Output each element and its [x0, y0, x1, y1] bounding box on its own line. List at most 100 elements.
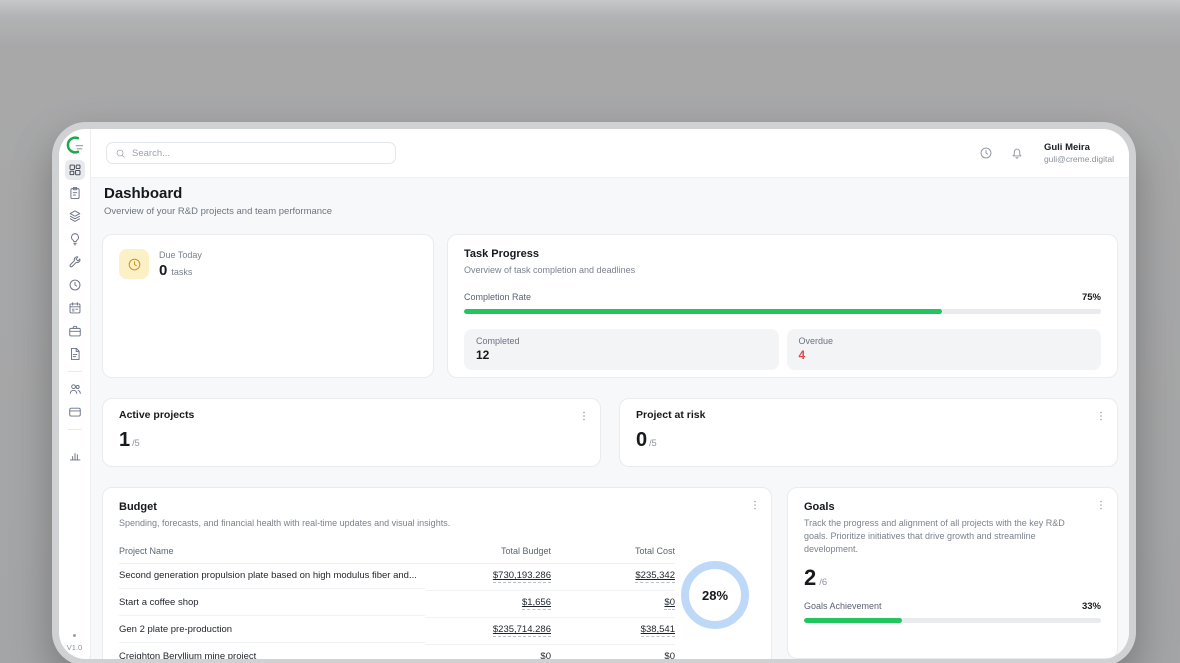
task-progress-subtitle: Overview of task completion and deadline… — [464, 264, 1101, 277]
bar-chart-icon — [68, 448, 82, 462]
main-area: Guli Meira guli@creme.digital Dashboard … — [91, 129, 1129, 659]
due-today-unit: tasks — [171, 267, 192, 277]
total-cost-link[interactable]: $235,342 — [635, 570, 675, 583]
table-row[interactable]: Second generation propulsion plate based… — [119, 564, 675, 591]
page-title: Dashboard — [104, 185, 1116, 202]
dashboard-content: Dashboard Overview of your R&D projects … — [91, 178, 1129, 659]
due-today-value: 0 — [159, 262, 167, 279]
goals-card: Goals Track the progress and alignment o… — [787, 487, 1118, 659]
user-email: guli@creme.digital — [1044, 154, 1114, 165]
layers-icon — [68, 209, 82, 223]
sidebar-item-time[interactable] — [65, 275, 85, 295]
user-menu[interactable]: Guli Meira guli@creme.digital — [1044, 142, 1114, 165]
budget-donut-chart: 28% — [681, 561, 749, 629]
sidebar-footer: V1.0 — [59, 634, 90, 652]
completion-progress-bar — [464, 309, 1101, 314]
project-at-risk-menu-button[interactable] — [1095, 409, 1107, 421]
total-cost-link[interactable]: $38,541 — [641, 624, 675, 637]
history-clock-icon — [979, 146, 993, 160]
sidebar-item-projects[interactable] — [65, 206, 85, 226]
users-icon — [68, 382, 82, 396]
active-projects-menu-button[interactable] — [578, 409, 590, 421]
kebab-menu-icon — [578, 410, 590, 422]
overdue-value: 4 — [799, 348, 1090, 362]
calendar-icon — [68, 301, 82, 315]
sidebar-item-billing[interactable] — [65, 402, 85, 422]
due-today-clock-icon — [119, 249, 149, 279]
app-window-frame: V1.0 Guli Meira — [52, 122, 1136, 663]
overdue-label: Overdue — [799, 336, 1090, 346]
active-projects-card: Active projects 1 /5 — [102, 398, 601, 467]
budget-menu-button[interactable] — [749, 498, 761, 510]
budget-title: Budget — [119, 501, 755, 513]
total-budget-link[interactable]: $730,193.286 — [493, 570, 551, 583]
project-name-cell: Creighton Beryllium mine project — [119, 645, 425, 659]
column-total-cost: Total Cost — [551, 544, 675, 564]
sidebar-item-tasks[interactable] — [65, 183, 85, 203]
sidebar-item-dashboard[interactable] — [65, 160, 85, 180]
budget-table-header: Project Name Total Budget Total Cost — [119, 544, 675, 564]
task-progress-title: Task Progress — [464, 248, 1101, 260]
credit-card-icon — [68, 405, 82, 419]
sidebar-item-team[interactable] — [65, 379, 85, 399]
project-at-risk-title: Project at risk — [636, 409, 1101, 421]
budget-subtitle: Spending, forecasts, and financial healt… — [119, 517, 755, 530]
completed-label: Completed — [476, 336, 767, 346]
sidebar-item-calendar[interactable] — [65, 298, 85, 318]
total-budget-link[interactable]: $1,656 — [522, 597, 551, 610]
search-icon — [115, 148, 126, 159]
column-total-budget: Total Budget — [425, 544, 551, 564]
notifications-button[interactable] — [1010, 146, 1024, 160]
overdue-stat: Overdue 4 — [787, 329, 1102, 370]
lightbulb-icon — [68, 232, 82, 246]
completion-rate-value: 75% — [1082, 292, 1101, 303]
sidebar-item-analytics[interactable] — [65, 445, 85, 465]
app-version: V1.0 — [59, 643, 90, 652]
completion-rate-label: Completion Rate — [464, 292, 531, 302]
table-row[interactable]: Start a coffee shop $1,656 $0 — [119, 591, 675, 618]
table-row[interactable]: Gen 2 plate pre-production $235,714.286 … — [119, 618, 675, 645]
dashboard-icon — [68, 163, 82, 177]
kebab-menu-icon — [749, 499, 761, 511]
project-name-cell: Gen 2 plate pre-production — [119, 618, 425, 643]
goals-title: Goals — [804, 501, 1101, 513]
user-name: Guli Meira — [1044, 142, 1114, 154]
history-button[interactable] — [979, 146, 993, 160]
sidebar-item-documents[interactable] — [65, 344, 85, 364]
completed-stat: Completed 12 — [464, 329, 779, 370]
total-cost-link[interactable]: $0 — [664, 651, 675, 659]
goals-progress-bar — [804, 618, 1101, 623]
total-budget-link[interactable]: $235,714.286 — [493, 624, 551, 637]
completed-value: 12 — [476, 348, 767, 362]
clock-icon — [68, 278, 82, 292]
active-projects-title: Active projects — [119, 409, 584, 421]
clipboard-icon — [68, 186, 82, 200]
budget-table: Project Name Total Budget Total Cost Sec… — [119, 544, 675, 659]
budget-card: Budget Spending, forecasts, and financia… — [102, 487, 772, 659]
sidebar-item-tools[interactable] — [65, 252, 85, 272]
creme-logo-icon — [65, 135, 85, 155]
sidebar-item-ideas[interactable] — [65, 229, 85, 249]
page-subtitle: Overview of your R&D projects and team p… — [104, 206, 1116, 217]
project-at-risk-value: 0 — [636, 430, 647, 450]
total-cost-link[interactable]: $0 — [664, 597, 675, 610]
goals-achievement-value: 33% — [1082, 601, 1101, 612]
project-at-risk-card: Project at risk 0 /5 — [619, 398, 1118, 467]
table-row[interactable]: Creighton Beryllium mine project $0 $0 — [119, 645, 675, 659]
active-projects-total: /5 — [132, 438, 140, 448]
search-input[interactable] — [132, 148, 387, 159]
goals-subtitle: Track the progress and alignment of all … — [804, 517, 1086, 556]
column-project-name: Project Name — [119, 544, 425, 564]
task-progress-card: Task Progress Overview of task completio… — [447, 234, 1118, 378]
project-name-cell: Second generation propulsion plate based… — [119, 564, 425, 589]
completion-progress-fill — [464, 309, 942, 314]
sidebar-item-portfolio[interactable] — [65, 321, 85, 341]
total-budget-link[interactable]: $0 — [540, 651, 551, 659]
briefcase-icon — [68, 324, 82, 338]
search-box[interactable] — [106, 142, 396, 164]
budget-percent: 28% — [702, 588, 728, 603]
due-today-card: Due Today 0 tasks — [102, 234, 434, 378]
goals-achievement-label: Goals Achievement — [804, 601, 882, 611]
project-at-risk-total: /5 — [649, 438, 657, 448]
goals-menu-button[interactable] — [1095, 498, 1107, 510]
